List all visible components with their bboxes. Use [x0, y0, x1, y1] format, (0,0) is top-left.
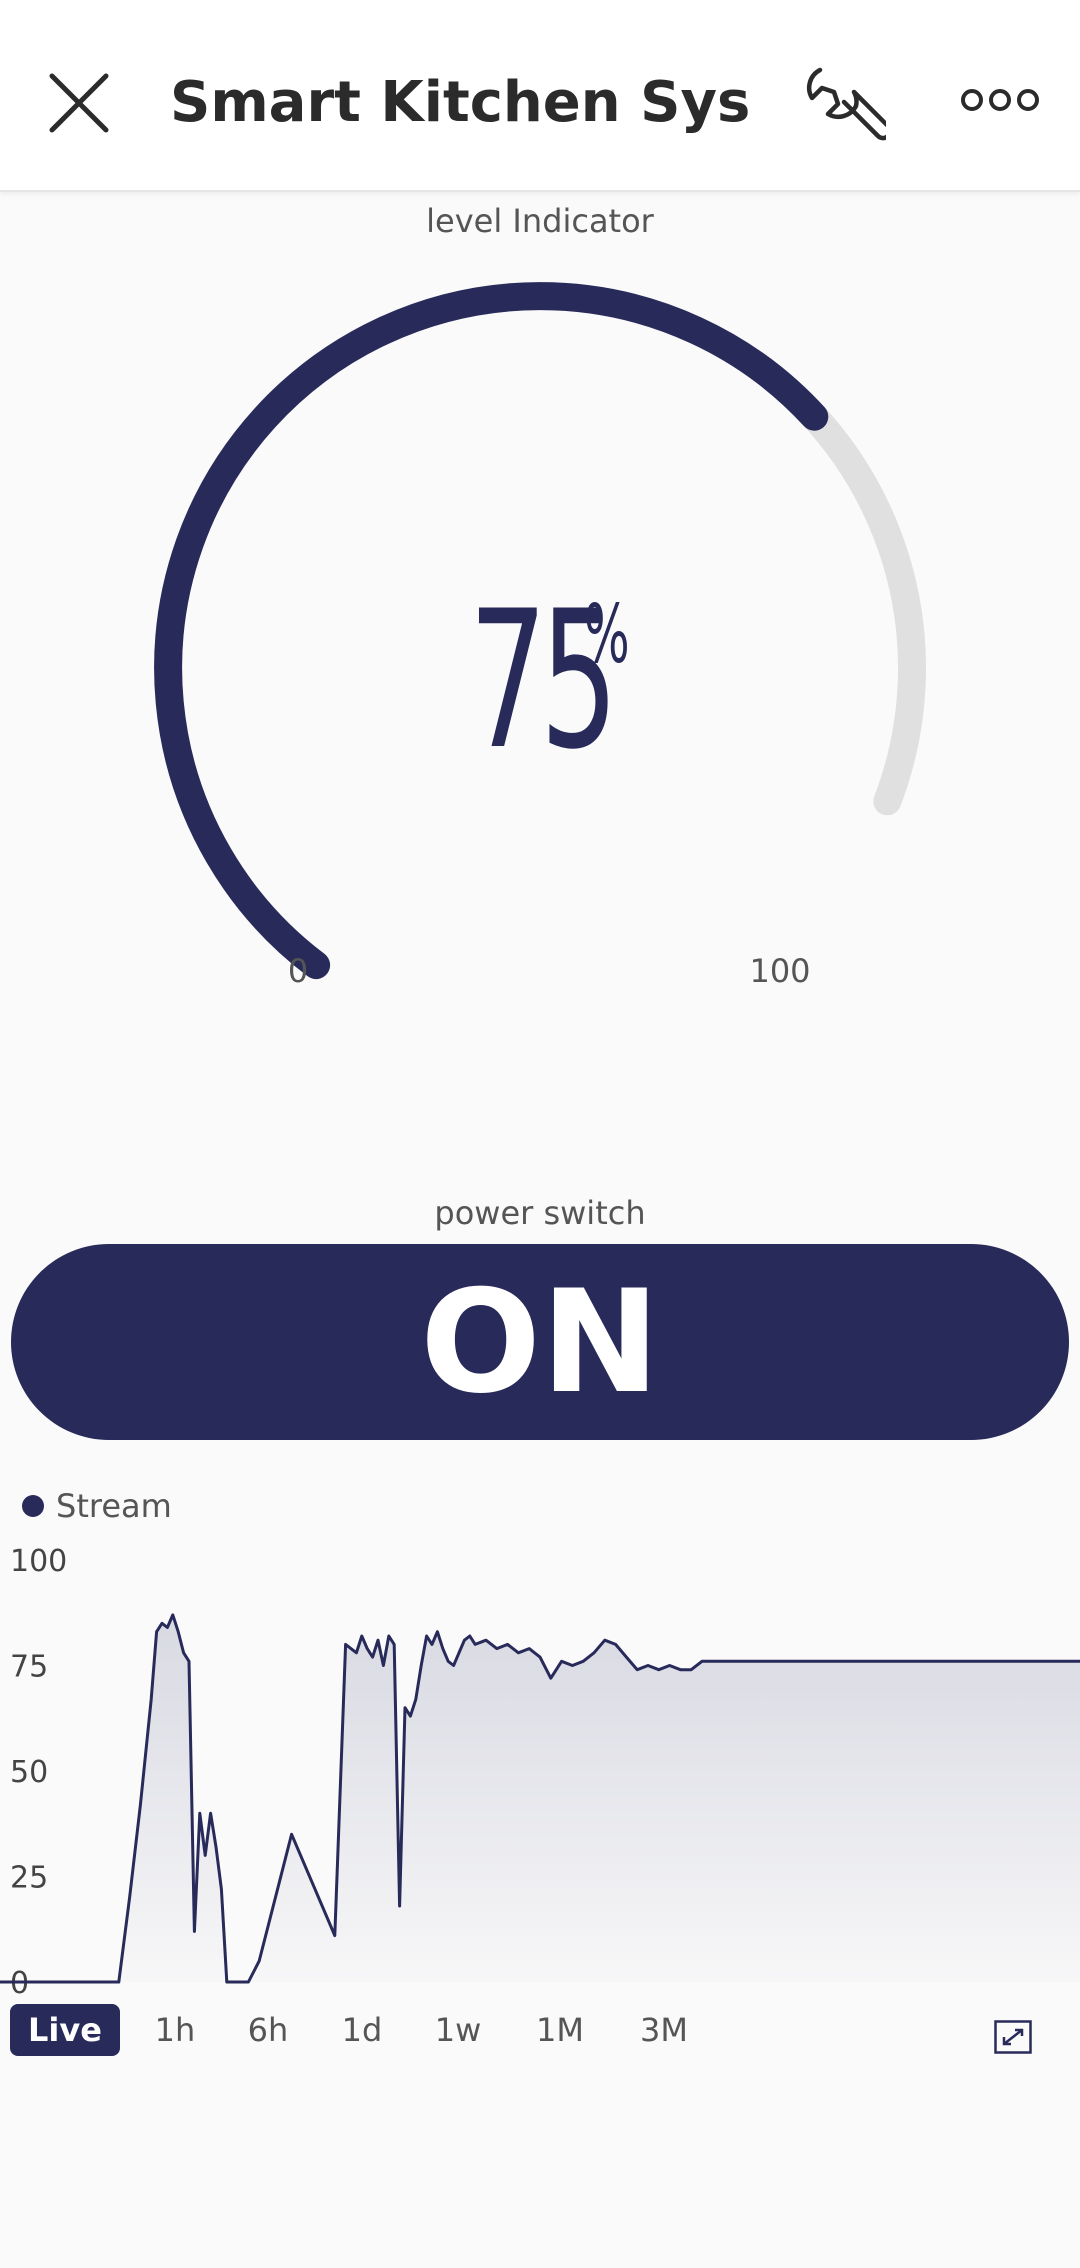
y-tick-label: 75	[10, 1650, 48, 1685]
range-button-live[interactable]: Live	[10, 2004, 120, 2056]
switch-state-text: ON	[420, 1259, 660, 1425]
more-options-button[interactable]	[960, 75, 1040, 125]
legend-label: Stream	[56, 1487, 172, 1525]
expand-icon	[994, 2020, 1032, 2054]
settings-button[interactable]	[800, 62, 893, 148]
y-tick-label: 100	[10, 1544, 67, 1579]
stream-chart: 1007550250	[0, 1544, 1080, 2001]
gauge-max-label: 100	[749, 952, 811, 990]
close-icon	[49, 73, 109, 133]
y-tick-label: 25	[10, 1861, 48, 1896]
power-switch-button[interactable]: ON	[11, 1244, 1069, 1440]
top-app-bar: Smart Kitchen Syste…	[0, 0, 1080, 192]
legend-marker	[22, 1495, 44, 1517]
range-button-1w[interactable]: 1w	[420, 2004, 496, 2056]
gauge-label: level Indicator	[426, 202, 654, 240]
series-area	[0, 1614, 1080, 1982]
range-button-1h[interactable]: 1h	[140, 2004, 210, 2056]
switch-label: power switch	[434, 1194, 646, 1232]
range-button-6h[interactable]: 6h	[232, 2004, 304, 2056]
time-range-selector: Live 1h 6h 1d 1w 1M 3M	[10, 2004, 1070, 2056]
close-button[interactable]	[38, 60, 118, 140]
gauge-unit: %	[584, 588, 630, 681]
chart-legend: Stream	[22, 1486, 172, 1526]
page-title: Smart Kitchen Syste…	[170, 70, 750, 135]
range-button-3m[interactable]: 3M	[626, 2004, 702, 2056]
more-dots-icon	[961, 89, 1039, 111]
y-tick-label: 50	[10, 1755, 48, 1790]
wrench-icon	[806, 67, 893, 141]
range-button-1d[interactable]: 1d	[326, 2004, 398, 2056]
gauge-min-label: 0	[287, 952, 309, 990]
range-button-1m[interactable]: 1M	[522, 2004, 598, 2056]
expand-chart-button[interactable]	[994, 2020, 1032, 2054]
